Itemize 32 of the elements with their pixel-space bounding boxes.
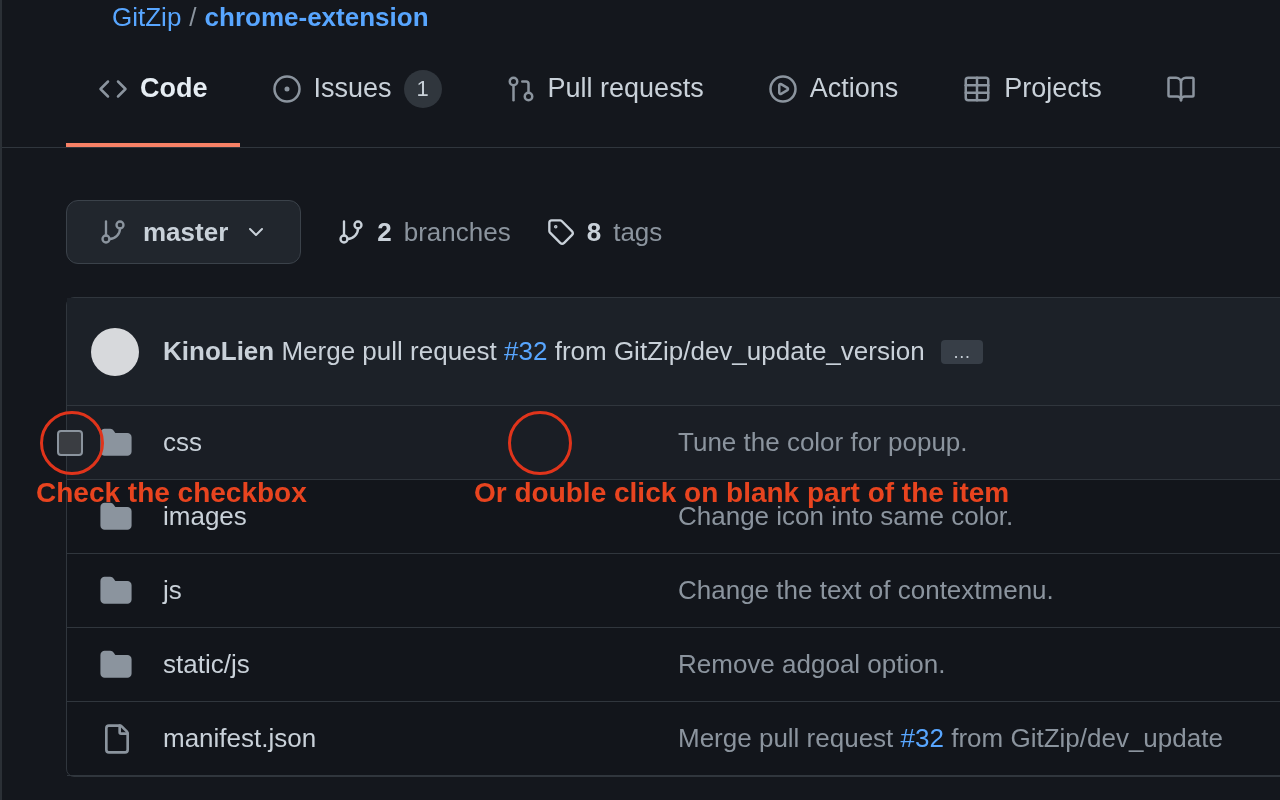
pull-request-link[interactable]: #32 <box>504 336 548 366</box>
repo-owner-link[interactable]: GitZip <box>112 0 182 37</box>
tag-icon <box>546 218 575 246</box>
commit-message: Merge pull request #32 from GitZip/dev_update <box>678 722 1223 755</box>
file-name-link[interactable]: css <box>163 423 678 462</box>
branch-icon <box>337 218 366 246</box>
nav-tab[interactable]: Projects <box>930 34 1134 147</box>
tab-icon <box>767 73 798 104</box>
avatar <box>91 327 139 376</box>
commit-message: Change the text of contextmenu. <box>678 574 1054 607</box>
nav-tab[interactable]: Issues 1 <box>239 34 474 147</box>
nav-tab[interactable]: Actions <box>735 34 931 147</box>
tab-icon <box>271 73 302 104</box>
issue-counter: 1 <box>403 69 442 108</box>
nav-tab[interactable]: Code <box>66 34 240 147</box>
commit-message: KinoLien Merge pull request #32 from GitZip/dev_update_version <box>163 335 925 368</box>
checkbox[interactable] <box>57 430 83 456</box>
repo-name-link[interactable]: chrome-extension <box>204 0 429 37</box>
nav-tab[interactable]: Pull requests <box>473 34 736 147</box>
path-separator: / <box>189 0 197 34</box>
expand-button[interactable]: … <box>940 339 983 364</box>
file-name-link[interactable]: static/js <box>163 645 678 684</box>
file-name-link[interactable]: manifest.json <box>163 719 678 758</box>
commit-message: Tune the color for popup. <box>678 426 968 459</box>
branch-button[interactable]: master <box>66 200 302 264</box>
file-row[interactable]: css Tune the color for popup. <box>67 406 1280 480</box>
branches-link[interactable]: 2 branches <box>337 212 511 252</box>
tags-link[interactable]: 8 tags <box>546 212 663 252</box>
pull-request-link[interactable]: #32 <box>900 723 944 753</box>
commit-message: Remove adgoal option. <box>678 648 946 681</box>
branch-icon <box>99 218 127 246</box>
file-name-link[interactable]: js <box>163 571 678 610</box>
